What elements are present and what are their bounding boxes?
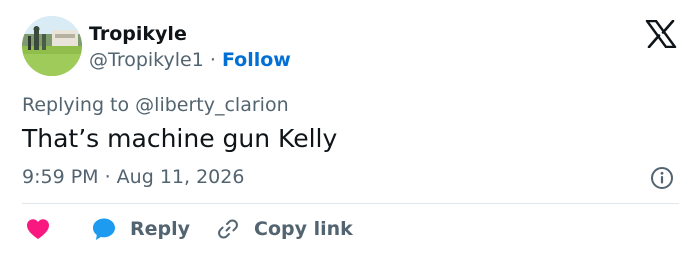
link-icon <box>218 219 238 239</box>
action-bar: Reply Copy link <box>22 214 682 244</box>
copy-link-label: Copy link <box>254 218 353 240</box>
follow-button[interactable]: Follow <box>222 49 291 71</box>
handle-separator: · <box>209 49 216 71</box>
divider <box>22 203 679 204</box>
reply-label: Reply <box>130 218 191 240</box>
speech-bubble-icon <box>93 218 115 240</box>
heart-icon <box>27 219 49 239</box>
reply-context: Replying to @liberty_clarion <box>22 92 289 118</box>
display-name[interactable]: Tropikyle <box>89 22 187 46</box>
reply-mention-link[interactable]: @liberty_clarion <box>135 94 288 116</box>
avatar-image <box>22 16 82 76</box>
tweet-timestamp[interactable]: 9:59 PM · Aug 11, 2026 <box>22 164 244 190</box>
reply-context-prefix: Replying to <box>22 94 130 116</box>
x-logo-icon[interactable] <box>645 19 677 49</box>
info-icon[interactable] <box>650 166 674 190</box>
handle-line: @Tropikyle1 · Follow <box>89 48 291 72</box>
tweet-text: That’s machine gun Kelly <box>22 124 338 153</box>
reply-button[interactable]: Reply <box>92 214 190 244</box>
avatar[interactable] <box>22 16 82 76</box>
copy-link-button[interactable]: Copy link <box>216 214 353 244</box>
tweet-card: Tropikyle @Tropikyle1 · Follow Replying … <box>0 0 700 256</box>
like-button[interactable] <box>26 214 50 244</box>
user-handle[interactable]: @Tropikyle1 <box>89 49 204 71</box>
